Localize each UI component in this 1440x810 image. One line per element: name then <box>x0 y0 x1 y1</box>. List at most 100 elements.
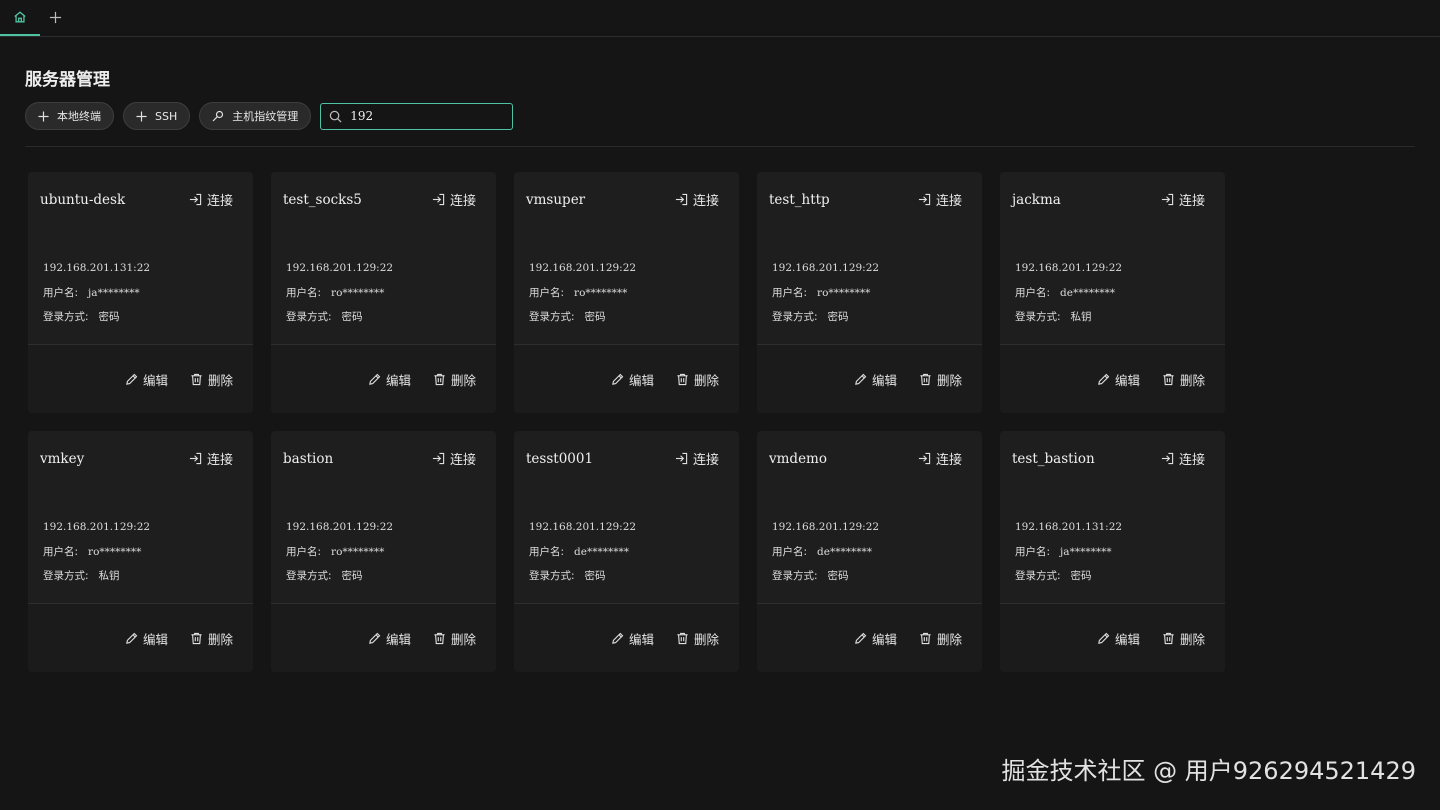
edit-button[interactable]: 编辑 <box>611 370 654 389</box>
add-tab-button[interactable] <box>40 0 70 36</box>
username-value: ro******** <box>331 545 385 558</box>
username-label: 用户名: <box>772 545 808 558</box>
connect-button[interactable]: 连接 <box>432 449 476 468</box>
edit-button[interactable]: 编辑 <box>854 370 897 389</box>
delete-label: 删除 <box>936 631 962 647</box>
login-value: 密码 <box>341 311 363 323</box>
username-row: 用户名: ro******** <box>43 540 150 565</box>
delete-button[interactable]: 删除 <box>919 370 962 389</box>
edit-label: 编辑 <box>142 631 168 647</box>
delete-label: 删除 <box>936 372 962 388</box>
trash-icon <box>677 632 688 644</box>
delete-button[interactable]: 删除 <box>1162 370 1205 389</box>
server-management-page: 服务器管理 本地终端 SSH 主机指纹管理 ubuntu-desk 连接 <box>0 65 1440 672</box>
username-label: 用户名: <box>529 545 565 558</box>
edit-button[interactable]: 编辑 <box>1097 629 1140 648</box>
server-address: 192.168.201.129:22 <box>772 521 880 533</box>
search-icon <box>330 110 342 122</box>
connect-label: 连接 <box>449 194 476 209</box>
connect-label: 连接 <box>935 194 962 209</box>
username-row: 用户名: de******** <box>529 540 636 565</box>
card-actions: 编辑 删除 <box>1000 344 1225 413</box>
username-label: 用户名: <box>43 286 79 299</box>
edit-button[interactable]: 编辑 <box>125 370 168 389</box>
login-value: 私钥 <box>1070 311 1092 323</box>
server-address: 192.168.201.129:22 <box>286 521 394 533</box>
delete-button[interactable]: 删除 <box>433 370 476 389</box>
connect-button[interactable]: 连接 <box>675 449 719 468</box>
edit-button[interactable]: 编辑 <box>611 629 654 648</box>
connect-button[interactable]: 连接 <box>918 190 962 209</box>
card-actions: 编辑 删除 <box>514 344 739 413</box>
delete-label: 删除 <box>1179 372 1205 388</box>
plus-icon <box>136 110 147 122</box>
search-box[interactable] <box>320 102 514 130</box>
trash-icon <box>434 373 445 385</box>
pencil-icon <box>126 373 138 385</box>
trash-icon <box>677 373 688 385</box>
login-row: 登录方式: 密码 <box>1015 564 1122 589</box>
connect-button[interactable]: 连接 <box>1161 190 1205 209</box>
delete-button[interactable]: 删除 <box>433 629 476 648</box>
pencil-icon <box>855 373 867 385</box>
login-value: 密码 <box>584 311 606 323</box>
username-label: 用户名: <box>43 545 79 558</box>
search-input[interactable] <box>350 109 501 123</box>
card-actions: 编辑 删除 <box>28 344 253 413</box>
tab-home[interactable] <box>0 0 40 36</box>
server-address: 192.168.201.129:22 <box>1015 262 1123 274</box>
server-address: 192.168.201.129:22 <box>529 521 637 533</box>
connect-label: 连接 <box>692 194 719 209</box>
edit-button[interactable]: 编辑 <box>854 629 897 648</box>
username-value: ja******** <box>1060 545 1112 558</box>
pencil-icon <box>369 373 381 385</box>
connect-button[interactable]: 连接 <box>675 190 719 209</box>
delete-button[interactable]: 删除 <box>919 629 962 648</box>
login-icon <box>1161 193 1174 206</box>
delete-button[interactable]: 删除 <box>676 629 719 648</box>
server-card: tesst0001 连接 192.168.201.129:22 用户名: de**… <box>514 431 739 672</box>
trash-icon <box>191 373 202 385</box>
connect-button[interactable]: 连接 <box>918 449 962 468</box>
server-info: 192.168.201.129:22 用户名: ro******** 登录方式: 密… <box>772 256 879 330</box>
edit-button[interactable]: 编辑 <box>368 370 411 389</box>
server-name: ubuntu-desk <box>40 191 126 208</box>
edit-label: 编辑 <box>871 372 897 388</box>
server-name: tesst0001 <box>526 450 594 467</box>
edit-label: 编辑 <box>385 631 411 647</box>
plus-icon <box>49 11 61 24</box>
username-label: 用户名: <box>1015 286 1051 299</box>
edit-button[interactable]: 编辑 <box>125 629 168 648</box>
local-terminal-button[interactable]: 本地终端 <box>25 102 114 130</box>
delete-button[interactable]: 删除 <box>676 370 719 389</box>
pencil-icon <box>1098 632 1110 644</box>
connect-button[interactable]: 连接 <box>189 449 233 468</box>
trash-icon <box>434 632 445 644</box>
edit-button[interactable]: 编辑 <box>368 629 411 648</box>
login-row: 登录方式: 密码 <box>286 564 393 589</box>
delete-button[interactable]: 删除 <box>190 370 233 389</box>
connect-button[interactable]: 连接 <box>189 190 233 209</box>
server-info: 192.168.201.129:22 用户名: ro******** 登录方式: 密… <box>286 515 393 589</box>
host-fingerprint-button[interactable]: 主机指纹管理 <box>199 102 312 130</box>
login-label: 登录方式: <box>43 570 89 582</box>
delete-button[interactable]: 删除 <box>190 629 233 648</box>
edit-button[interactable]: 编辑 <box>1097 370 1140 389</box>
login-icon <box>1161 452 1174 465</box>
watermark: 掘金技术社区 @ 用户926294521429 <box>1001 757 1417 785</box>
server-card: jackma 连接 192.168.201.129:22 用户名: de*****… <box>1000 172 1225 413</box>
login-icon <box>432 452 445 465</box>
username-row: 用户名: ja******** <box>43 281 150 306</box>
login-value: 密码 <box>827 311 849 323</box>
add-ssh-button[interactable]: SSH <box>123 102 191 130</box>
connect-button[interactable]: 连接 <box>1161 449 1205 468</box>
card-actions: 编辑 删除 <box>271 603 496 672</box>
ssh-label: SSH <box>155 109 178 123</box>
login-label: 登录方式: <box>772 311 818 323</box>
login-label: 登录方式: <box>286 570 332 582</box>
server-address: 192.168.201.129:22 <box>772 262 880 274</box>
edit-label: 编辑 <box>628 372 654 388</box>
toolbar: 本地终端 SSH 主机指纹管理 <box>25 102 1415 147</box>
delete-button[interactable]: 删除 <box>1162 629 1205 648</box>
connect-button[interactable]: 连接 <box>432 190 476 209</box>
